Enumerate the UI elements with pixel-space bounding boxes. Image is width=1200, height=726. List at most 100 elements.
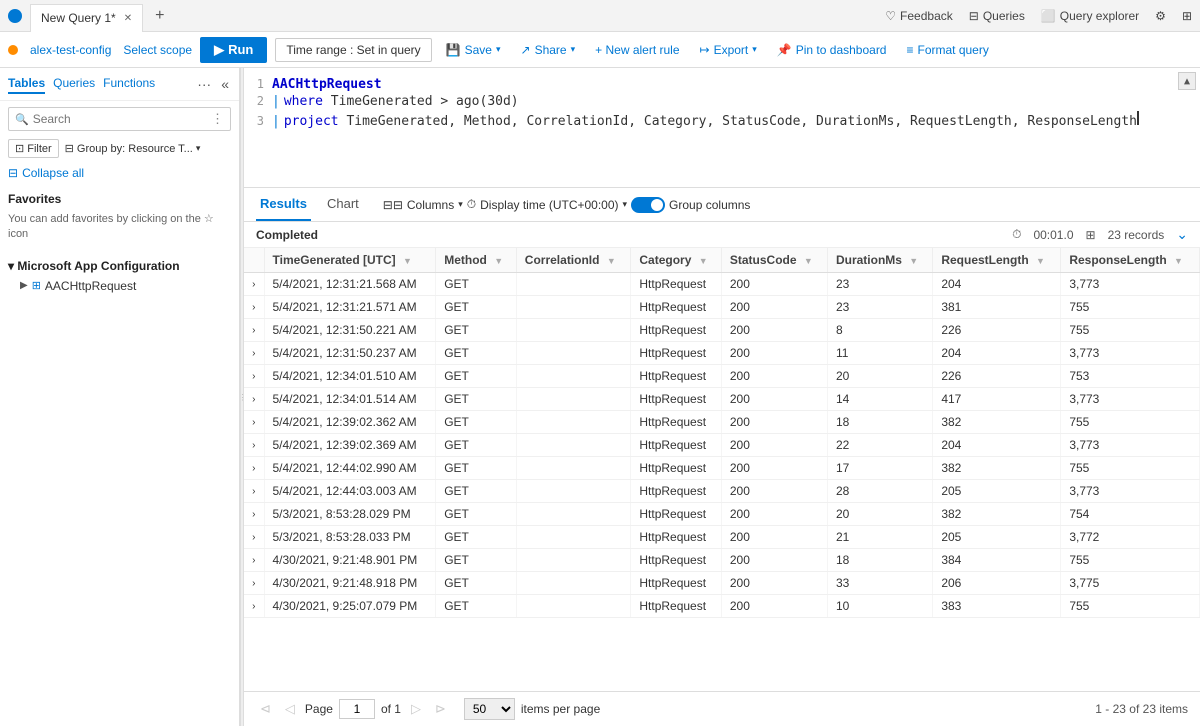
search-box[interactable]: 🔍 ⋮: [8, 107, 231, 131]
pin-button[interactable]: 📌 Pin to dashboard: [771, 39, 893, 61]
columns-button[interactable]: ⊟⊟ Columns ▾: [383, 198, 463, 212]
display-chevron-icon: ▾: [623, 199, 628, 210]
cell-res-len: 3,773: [1061, 480, 1200, 503]
col-correlation-id[interactable]: CorrelationId ▼: [516, 248, 631, 273]
col-method[interactable]: Method ▼: [436, 248, 517, 273]
save-button[interactable]: 💾 Save ▾: [440, 39, 507, 61]
record-count: 23 records: [1108, 228, 1165, 242]
search-options-icon[interactable]: ⋮: [211, 111, 224, 127]
clock-icon: ⏱: [467, 197, 476, 212]
app-config-title[interactable]: ▾ Microsoft App Configuration: [8, 251, 231, 277]
settings-button[interactable]: ⚙: [1155, 9, 1166, 23]
sidebar-more-icon[interactable]: ···: [197, 76, 211, 92]
sort-icon[interactable]: ▼: [403, 256, 412, 266]
cell-time: 5/3/2021, 8:53:28.033 PM: [264, 526, 436, 549]
row-expand-icon[interactable]: ›: [244, 549, 264, 572]
filter-chip[interactable]: ⊡ Filter: [8, 139, 59, 158]
sort-icon[interactable]: ▼: [909, 256, 918, 266]
row-expand-icon[interactable]: ›: [244, 595, 264, 618]
feedback-button[interactable]: ♡ Feedback: [885, 9, 952, 23]
tab-close-icon[interactable]: ✕: [124, 13, 132, 24]
cell-res-len: 755: [1061, 595, 1200, 618]
cell-method: GET: [436, 503, 517, 526]
table-item-aachttp[interactable]: ▶ ⊞ AACHttpRequest: [8, 277, 231, 295]
results-tab-chart[interactable]: Chart: [323, 188, 363, 221]
export-button[interactable]: ↦ Export ▾: [694, 39, 763, 61]
cell-time: 5/4/2021, 12:31:21.568 AM: [264, 273, 436, 296]
sort-icon[interactable]: ▼: [1174, 256, 1183, 266]
row-expand-icon[interactable]: ›: [244, 503, 264, 526]
query-explorer-button[interactable]: ⬜ Query explorer: [1041, 9, 1139, 23]
scroll-up-button[interactable]: ▲: [1178, 72, 1196, 90]
sidebar-tab-functions[interactable]: Functions: [103, 74, 155, 94]
favorites-hint: You can add favorites by clicking on the…: [8, 210, 231, 251]
active-tab[interactable]: New Query 1* ✕: [30, 4, 143, 32]
sort-icon[interactable]: ▼: [607, 256, 616, 266]
sidebar-tabs: Tables Queries Functions ··· «: [0, 68, 239, 101]
groupby-chip[interactable]: ⊟ Group by: Resource T... ▾: [65, 142, 201, 155]
workspace-label[interactable]: alex-test-config: [30, 43, 111, 57]
format-query-button[interactable]: ≡ Format query: [900, 39, 994, 61]
row-expand-icon[interactable]: ›: [244, 572, 264, 595]
total-count: 1 - 23 of 23 items: [1095, 702, 1188, 716]
row-expand-icon[interactable]: ›: [244, 411, 264, 434]
sidebar-collapse-icon[interactable]: «: [219, 74, 231, 94]
share-icon: ↗: [521, 43, 531, 57]
new-tab-button[interactable]: +: [147, 3, 172, 29]
queries-button[interactable]: ⊟ Queries: [969, 9, 1025, 23]
row-expand-icon[interactable]: ›: [244, 457, 264, 480]
col-duration-ms[interactable]: DurationMs ▼: [827, 248, 932, 273]
row-expand-icon[interactable]: ›: [244, 480, 264, 503]
toolbar: alex-test-config Select scope ▶ Run Time…: [0, 32, 1200, 68]
row-expand-icon[interactable]: ›: [244, 273, 264, 296]
sort-icon[interactable]: ▼: [804, 256, 813, 266]
select-scope-button[interactable]: Select scope: [123, 43, 192, 57]
row-expand-icon[interactable]: ›: [244, 365, 264, 388]
results-table: TimeGenerated [UTC] ▼ Method ▼ Correlati…: [244, 248, 1200, 618]
layout-button[interactable]: ⊞: [1182, 9, 1192, 23]
group-columns-toggle[interactable]: [631, 197, 665, 213]
cell-corr-id: [516, 526, 631, 549]
col-time-generated[interactable]: TimeGenerated [UTC] ▼: [264, 248, 436, 273]
sort-icon[interactable]: ▼: [699, 256, 708, 266]
col-category[interactable]: Category ▼: [631, 248, 722, 273]
collapse-all-button[interactable]: ⊟ Collapse all: [0, 160, 239, 186]
sort-icon[interactable]: ▼: [1036, 256, 1045, 266]
last-page-button[interactable]: ⊳: [431, 699, 450, 719]
expand-results-icon[interactable]: ⌄: [1176, 226, 1188, 243]
display-time-button[interactable]: ⏱ Display time (UTC+00:00) ▾: [467, 197, 627, 212]
time-range-selector[interactable]: Time range : Set in query: [275, 38, 431, 62]
col-response-length[interactable]: ResponseLength ▼: [1061, 248, 1200, 273]
cell-res-len: 3,773: [1061, 434, 1200, 457]
new-alert-button[interactable]: + New alert rule: [589, 39, 685, 61]
per-page-select[interactable]: 50 100 200: [464, 698, 515, 720]
cell-method: GET: [436, 595, 517, 618]
layout-icon: ⊞: [1182, 9, 1192, 23]
table-row: › 5/4/2021, 12:31:21.568 AM GET HttpRequ…: [244, 273, 1200, 296]
row-expand-icon[interactable]: ›: [244, 296, 264, 319]
cell-res-len: 3,772: [1061, 526, 1200, 549]
prev-page-button[interactable]: ◁: [281, 699, 299, 719]
first-page-button[interactable]: ⊲: [256, 699, 275, 719]
col-request-length[interactable]: RequestLength ▼: [933, 248, 1061, 273]
run-button[interactable]: ▶ Run: [200, 37, 267, 63]
share-button[interactable]: ↗ Share ▾: [515, 39, 582, 61]
row-expand-icon[interactable]: ›: [244, 319, 264, 342]
cell-status: 200: [721, 503, 827, 526]
row-expand-icon[interactable]: ›: [244, 342, 264, 365]
code-editor[interactable]: 1 AACHttpRequest 2 | where TimeGenerated…: [244, 68, 1200, 188]
sidebar-tab-tables[interactable]: Tables: [8, 74, 45, 94]
sort-icon[interactable]: ▼: [494, 256, 503, 266]
row-expand-icon[interactable]: ›: [244, 434, 264, 457]
sidebar-tab-queries[interactable]: Queries: [53, 74, 95, 94]
col-status-code[interactable]: StatusCode ▼: [721, 248, 827, 273]
cell-category: HttpRequest: [631, 457, 722, 480]
next-page-button[interactable]: ▷: [407, 699, 425, 719]
cell-res-len: 3,773: [1061, 388, 1200, 411]
page-input[interactable]: [339, 699, 375, 719]
search-input[interactable]: [33, 112, 211, 126]
results-tab-results[interactable]: Results: [256, 188, 311, 221]
row-expand-icon[interactable]: ›: [244, 526, 264, 549]
row-expand-icon[interactable]: ›: [244, 388, 264, 411]
expand-icon[interactable]: ▶: [20, 280, 28, 291]
